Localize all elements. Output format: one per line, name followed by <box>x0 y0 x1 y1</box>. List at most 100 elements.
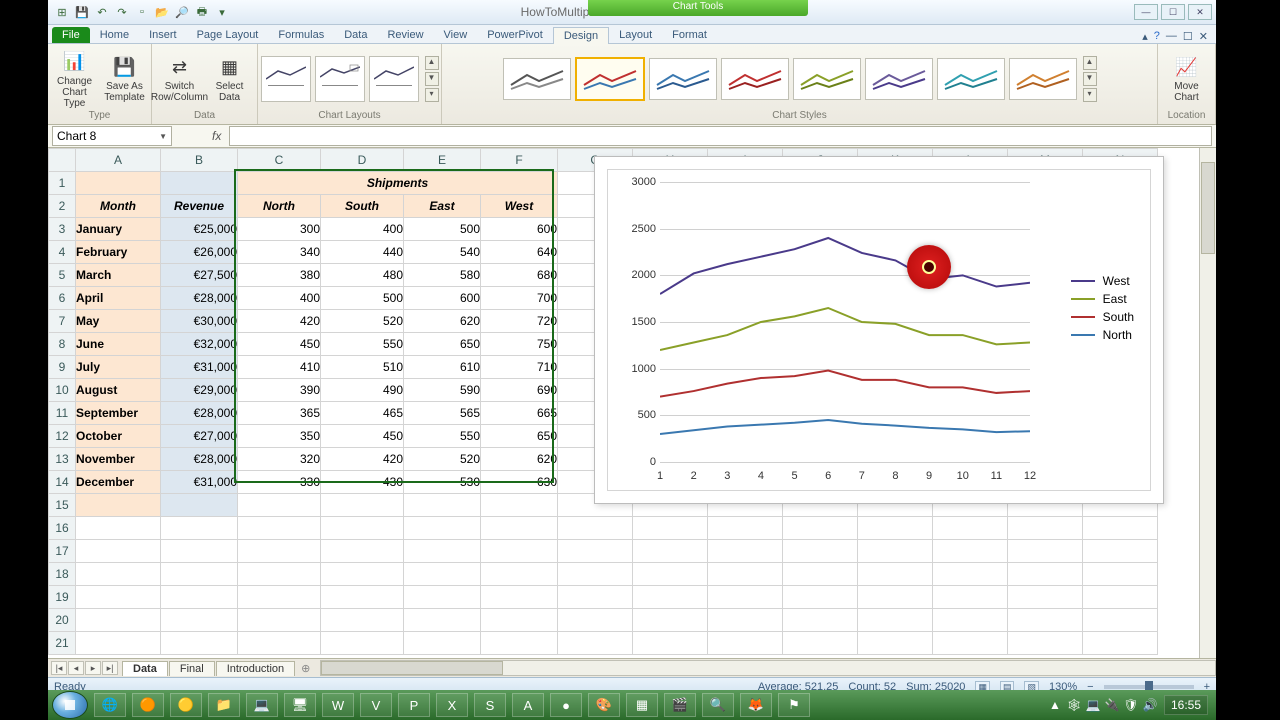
taskbar-app-12[interactable]: ● <box>550 693 582 717</box>
chart-series-south[interactable] <box>660 371 1030 397</box>
chart-legend[interactable]: WestEastSouthNorth <box>1071 270 1134 346</box>
switch-row-column-button[interactable]: ⇄Switch Row/Column <box>157 55 203 103</box>
cell-month[interactable]: August <box>76 379 161 402</box>
row-header-20[interactable]: 20 <box>49 609 76 632</box>
tab-formulas[interactable]: Formulas <box>268 27 334 43</box>
vertical-scrollbar[interactable] <box>1199 148 1216 658</box>
row-header-21[interactable]: 21 <box>49 632 76 655</box>
taskbar-app-6[interactable]: W <box>322 693 354 717</box>
tray-icon-0[interactable]: ▲ <box>1047 697 1063 713</box>
legend-item-west[interactable]: West <box>1071 274 1134 288</box>
row-header-3[interactable]: 3 <box>49 218 76 241</box>
cell-month[interactable]: June <box>76 333 161 356</box>
change-chart-type-button[interactable]: 📊Change Chart Type <box>52 50 98 109</box>
row-header-15[interactable]: 15 <box>49 494 76 517</box>
help-icon[interactable]: ? <box>1154 30 1160 43</box>
taskbar-app-7[interactable]: V <box>360 693 392 717</box>
row-header-4[interactable]: 4 <box>49 241 76 264</box>
save-as-template-button[interactable]: 💾Save As Template <box>102 55 148 103</box>
zoom-slider[interactable] <box>1104 685 1194 689</box>
open-icon[interactable]: 📂 <box>154 4 170 20</box>
col-header-A[interactable]: A <box>76 149 161 172</box>
move-chart-button[interactable]: 📈Move Chart <box>1164 55 1210 103</box>
tray-icon-2[interactable]: 💻 <box>1085 697 1101 713</box>
chart-style-2[interactable] <box>575 57 645 101</box>
tab-design[interactable]: Design <box>553 27 609 44</box>
tab-format[interactable]: Format <box>662 27 717 43</box>
workbook-restore-icon[interactable]: ☐ <box>1183 30 1193 43</box>
col-header-C[interactable]: C <box>238 149 321 172</box>
chart-style-7[interactable] <box>937 58 1005 100</box>
cell-revenue[interactable]: €31,000 <box>161 471 238 494</box>
redo-icon[interactable]: ↷ <box>114 4 130 20</box>
cell-revenue[interactable]: €31,000 <box>161 356 238 379</box>
row-header-8[interactable]: 8 <box>49 333 76 356</box>
row-header-12[interactable]: 12 <box>49 425 76 448</box>
layouts-scroll[interactable]: ▲▼▾ <box>425 56 439 102</box>
maximize-button[interactable]: ☐ <box>1161 4 1185 20</box>
chart-plot-area[interactable]: 050010001500200025003000123456789101112 <box>660 182 1030 462</box>
cell-month[interactable]: November <box>76 448 161 471</box>
row-header-5[interactable]: 5 <box>49 264 76 287</box>
undo-icon[interactable]: ↶ <box>94 4 110 20</box>
select-all-corner[interactable] <box>49 149 76 172</box>
print-preview-icon[interactable]: 🔎 <box>174 4 190 20</box>
legend-item-east[interactable]: East <box>1071 292 1134 306</box>
cell-revenue[interactable]: €28,000 <box>161 448 238 471</box>
cell-month[interactable]: March <box>76 264 161 287</box>
chart-layout-2[interactable] <box>315 56 365 102</box>
cell-revenue[interactable]: €26,000 <box>161 241 238 264</box>
taskbar-app-18[interactable]: ⚑ <box>778 693 810 717</box>
chart-style-5[interactable] <box>793 58 861 100</box>
cell-revenue[interactable]: €29,000 <box>161 379 238 402</box>
sheet-tab-introduction[interactable]: Introduction <box>216 661 295 676</box>
taskbar-app-16[interactable]: 🔍 <box>702 693 734 717</box>
worksheet-grid[interactable]: ABCDEFGHIJKLMN1Shipments2MonthRevenueNor… <box>48 148 1216 658</box>
cell-month[interactable]: April <box>76 287 161 310</box>
tab-insert[interactable]: Insert <box>139 27 187 43</box>
insert-sheet-icon[interactable]: ⊕ <box>301 662 310 675</box>
chart-style-6[interactable] <box>865 58 933 100</box>
cell-month[interactable]: September <box>76 402 161 425</box>
embedded-chart[interactable]: 050010001500200025003000123456789101112 … <box>594 156 1164 504</box>
taskbar-app-17[interactable]: 🦊 <box>740 693 772 717</box>
row-header-16[interactable]: 16 <box>49 517 76 540</box>
chart-style-3[interactable] <box>649 58 717 100</box>
taskbar-app-4[interactable]: 💻 <box>246 693 278 717</box>
styles-scroll[interactable]: ▲▼▾ <box>1083 56 1097 102</box>
tab-home[interactable]: Home <box>90 27 139 43</box>
chart-layout-1[interactable] <box>261 56 311 102</box>
chart-layout-3[interactable] <box>369 56 419 102</box>
taskbar-app-1[interactable]: 🟠 <box>132 693 164 717</box>
cell-month[interactable]: October <box>76 425 161 448</box>
sheet-nav[interactable]: |◂◂▸▸| <box>48 661 121 675</box>
chart-style-8[interactable] <box>1009 58 1077 100</box>
col-header-E[interactable]: E <box>404 149 481 172</box>
print-icon[interactable]: 🖶 <box>194 4 210 20</box>
taskbar-app-5[interactable]: 🖥 <box>284 693 316 717</box>
tab-data[interactable]: Data <box>334 27 377 43</box>
cell-month[interactable]: July <box>76 356 161 379</box>
cell-month[interactable]: December <box>76 471 161 494</box>
row-header-17[interactable]: 17 <box>49 540 76 563</box>
col-header-F[interactable]: F <box>481 149 558 172</box>
sheet-tab-final[interactable]: Final <box>169 661 215 676</box>
fx-icon[interactable]: fx <box>212 129 221 143</box>
taskbar-clock[interactable]: 16:55 <box>1164 695 1208 715</box>
system-tray[interactable]: ▲🕸💻🔌🛡🔊 16:55 <box>1047 695 1212 715</box>
tab-view[interactable]: View <box>434 27 478 43</box>
formula-input[interactable] <box>229 126 1212 146</box>
taskbar-app-15[interactable]: 🎬 <box>664 693 696 717</box>
cell-revenue[interactable]: €28,000 <box>161 402 238 425</box>
cell-revenue[interactable]: €32,000 <box>161 333 238 356</box>
taskbar-app-0[interactable]: 🌐 <box>94 693 126 717</box>
horizontal-scrollbar[interactable] <box>320 660 1216 676</box>
row-header-9[interactable]: 9 <box>49 356 76 379</box>
row-header-19[interactable]: 19 <box>49 586 76 609</box>
row-header-11[interactable]: 11 <box>49 402 76 425</box>
chart-series-east[interactable] <box>660 308 1030 350</box>
taskbar-app-8[interactable]: P <box>398 693 430 717</box>
chart-style-1[interactable] <box>503 58 571 100</box>
ribbon-minimize-icon[interactable]: ▴ <box>1142 30 1148 43</box>
workbook-close-icon[interactable]: ✕ <box>1199 30 1208 43</box>
